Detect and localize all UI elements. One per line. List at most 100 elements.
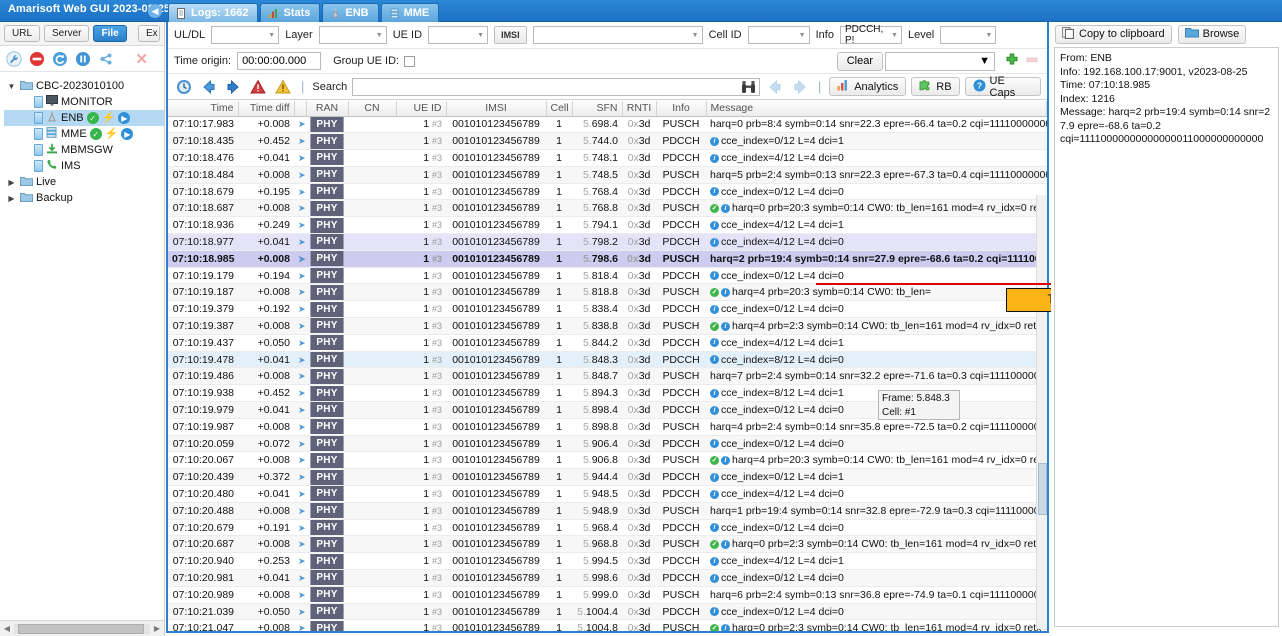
play-icon[interactable]: ▶: [118, 112, 131, 124]
tree-node-monitor[interactable]: MONITOR: [4, 94, 164, 110]
refresh-icon[interactable]: [50, 49, 70, 69]
tree-node-live[interactable]: ▶ Live: [4, 174, 164, 190]
table-row[interactable]: 07:10:19.179 +0.194 ➤ PHY 1 #3 00101012345678…: [168, 267, 1047, 285]
tree-node-backup[interactable]: ▶ Backup: [4, 190, 164, 206]
tree-node-ims[interactable]: IMS: [4, 158, 164, 174]
table-row[interactable]: 07:10:17.983 +0.008 ➤ PHY 1 #3 00101012345678…: [168, 116, 1047, 134]
table-row[interactable]: 07:10:19.486 +0.008 ➤ PHY 1 #3 00101012345678…: [168, 367, 1047, 386]
table-row[interactable]: 07:10:20.059 +0.072 ➤ PHY 1 #3 00101012345678…: [168, 435, 1047, 453]
search-next-icon[interactable]: [790, 77, 810, 97]
table-row[interactable]: 07:10:20.679 +0.191 ➤ PHY 1 #3 00101012345678…: [168, 519, 1047, 537]
file-button[interactable]: File: [93, 25, 127, 42]
chevron-right-icon[interactable]: ▶: [6, 178, 17, 187]
table-row[interactable]: 07:10:20.981 +0.041 ➤ PHY 1 #3 00101012345678…: [168, 569, 1047, 587]
table-row[interactable]: 07:10:21.047 +0.008 ➤ PHY 1 #3 00101012345678…: [168, 619, 1047, 631]
tree-node-cbc[interactable]: ▼ CBC-2023010100: [4, 78, 164, 94]
col-ue-id[interactable]: UE ID: [396, 101, 447, 117]
cellid-select[interactable]: ▼: [747, 26, 810, 44]
tab-enb[interactable]: ENB: [322, 3, 379, 22]
search-input[interactable]: [352, 77, 761, 97]
pause-icon[interactable]: [73, 49, 93, 69]
warning-icon[interactable]: [273, 77, 293, 97]
table-row[interactable]: 07:10:20.687 +0.008 ➤ PHY 1 #3 00101012345678…: [168, 535, 1047, 554]
col-time[interactable]: Time: [168, 101, 239, 117]
collapse-sidebar-icon[interactable]: ◀: [148, 4, 162, 18]
play-icon[interactable]: ▶: [121, 128, 134, 140]
tab-mme[interactable]: MME: [380, 3, 440, 22]
ueid-select[interactable]: ▼: [428, 26, 489, 44]
chevron-right-icon[interactable]: ▶: [6, 194, 17, 203]
rb-button[interactable]: RB: [911, 77, 960, 96]
table-row[interactable]: 07:10:19.478 +0.041 ➤ PHY 1 #3 00101012345678…: [168, 351, 1047, 369]
table-row[interactable]: 07:10:20.940 +0.253 ➤ PHY 1 #3 00101012345678…: [168, 552, 1047, 571]
minus-icon[interactable]: [1025, 53, 1039, 70]
table-row[interactable]: 07:10:20.488 +0.008 ➤ PHY 1 #3 00101012345678…: [168, 502, 1047, 520]
server-button[interactable]: Server: [44, 25, 90, 42]
scroll-track[interactable]: [14, 623, 150, 634]
table-row[interactable]: 07:10:19.187 +0.008 ➤ PHY 1 #3 00101012345678…: [168, 283, 1047, 302]
error-icon[interactable]: [248, 77, 268, 97]
col-ran[interactable]: RAN: [306, 101, 349, 117]
table-row[interactable]: 07:10:20.067 +0.008 ➤ PHY 1 #3 00101012345678…: [168, 451, 1047, 470]
info-select[interactable]: PDCCH, P! ▼: [839, 24, 902, 46]
chevron-down-icon[interactable]: ▼: [6, 82, 17, 91]
table-row[interactable]: 07:10:20.989 +0.008 ➤ PHY 1 #3 00101012345678…: [168, 586, 1047, 604]
col-cn[interactable]: CN: [348, 101, 397, 117]
close-icon[interactable]: ✕: [135, 50, 148, 68]
tree-node-mme[interactable]: MME ✓ ⚡ ▶: [4, 126, 164, 142]
copy-to-clipboard-button[interactable]: Copy to clipboard: [1055, 24, 1172, 44]
col-sfn[interactable]: SFN: [572, 101, 623, 117]
ue-caps-button[interactable]: ? UE Caps: [964, 75, 1041, 99]
browse-button[interactable]: Browse: [1177, 24, 1247, 44]
plus-icon[interactable]: [1005, 53, 1019, 70]
table-row[interactable]: 07:10:18.936 +0.249 ➤ PHY 1 #3 00101012345678…: [168, 216, 1047, 235]
table-row[interactable]: 07:10:18.985 +0.008 ➤ PHY 1 #3 00101012345678…: [168, 250, 1047, 268]
clock-icon[interactable]: [174, 77, 194, 97]
scroll-left-icon[interactable]: ◀: [0, 624, 14, 633]
table-row[interactable]: 07:10:18.435 +0.452 ➤ PHY 1 #3 00101012345678…: [168, 132, 1047, 151]
table-row[interactable]: 07:10:18.687 +0.008 ➤ PHY 1 #3 00101012345678…: [168, 199, 1047, 218]
imsi-select[interactable]: ▼: [532, 26, 703, 44]
binoculars-icon[interactable]: [741, 80, 756, 97]
clear-button[interactable]: Clear: [836, 51, 883, 71]
detail-text[interactable]: From: ENB Info: 192.168.100.17:9001, v20…: [1054, 47, 1279, 627]
tree-node-enb[interactable]: ENB ✓ ⚡ ▶: [4, 110, 164, 126]
scroll-right-icon[interactable]: ▶: [150, 624, 164, 633]
table-row[interactable]: 07:10:19.387 +0.008 ➤ PHY 1 #3 00101012345678…: [168, 317, 1047, 335]
col-info[interactable]: Info: [656, 101, 707, 117]
col-cell[interactable]: Cell: [546, 101, 573, 117]
table-row[interactable]: 07:10:19.437 +0.050 ➤ PHY 1 #3 00101012345678…: [168, 334, 1047, 352]
scroll-thumb[interactable]: [18, 623, 144, 634]
preset-select[interactable]: ▼: [885, 51, 995, 71]
table-row[interactable]: 07:10:18.977 +0.041 ➤ PHY 1 #3 00101012345678…: [168, 233, 1047, 251]
tab-logs[interactable]: Logs: 1662: [168, 3, 259, 22]
log-table-container[interactable]: Time Time diff RAN CN UE ID IMSI Cell SF…: [168, 101, 1047, 631]
table-row[interactable]: 07:10:18.476 +0.041 ➤ PHY 1 #3 00101012345678…: [168, 149, 1047, 167]
table-row[interactable]: 07:10:18.484 +0.008 ➤ PHY 1 #3 00101012345678…: [168, 166, 1047, 184]
tab-stats[interactable]: Stats: [260, 3, 321, 22]
group-ueid-checkbox[interactable]: [404, 55, 416, 67]
uldl-select[interactable]: ▼: [211, 26, 280, 44]
tree-node-mbmsgw[interactable]: MBMSGW: [4, 142, 164, 158]
table-row[interactable]: 07:10:21.039 +0.050 ➤ PHY 1 #3 00101012345678…: [168, 603, 1047, 621]
connect-icon[interactable]: [96, 49, 116, 69]
col-time-diff[interactable]: Time diff: [238, 101, 295, 117]
export-button[interactable]: Ex: [138, 25, 160, 42]
stop-icon[interactable]: [27, 49, 47, 69]
arrow-right-icon[interactable]: [224, 77, 244, 97]
table-row[interactable]: 07:10:20.439 +0.372 ➤ PHY 1 #3 00101012345678…: [168, 468, 1047, 487]
scroll-thumb[interactable]: [1038, 463, 1047, 515]
level-select[interactable]: ▼: [940, 26, 997, 44]
time-origin-input[interactable]: 00:00:00.000: [237, 52, 322, 70]
url-button[interactable]: URL: [4, 25, 41, 42]
table-row[interactable]: 07:10:18.679 +0.195 ➤ PHY 1 #3 00101012345678…: [168, 183, 1047, 201]
arrow-left-icon[interactable]: [199, 77, 219, 97]
col-rnti[interactable]: RNTI: [622, 101, 657, 117]
col-message[interactable]: Message: [706, 101, 1047, 117]
table-vertical-scrollbar[interactable]: [1036, 195, 1047, 629]
table-row[interactable]: 07:10:20.480 +0.041 ➤ PHY 1 #3 00101012345678…: [168, 485, 1047, 503]
layer-select[interactable]: ▼: [318, 26, 387, 44]
analytics-button[interactable]: Analytics: [829, 77, 907, 96]
search-prev-icon[interactable]: [765, 77, 785, 97]
wrench-icon[interactable]: [4, 49, 24, 69]
